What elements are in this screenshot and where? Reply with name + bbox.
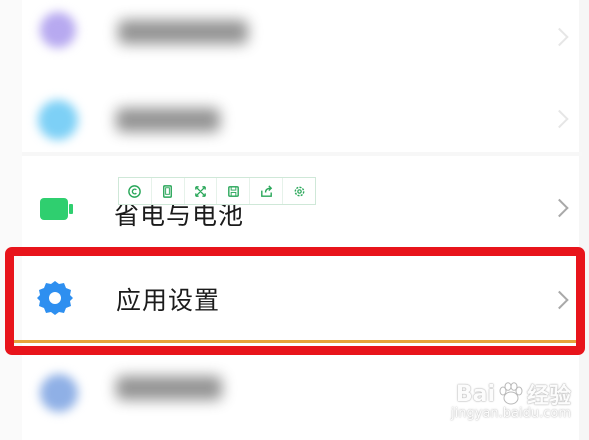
baidu-jingyan-watermark: Bai 经验 jingyan.baidu.com [451,378,571,422]
chevron-right-icon [550,27,569,47]
divider [22,152,582,156]
phone-frame-button[interactable] [152,178,185,204]
save-button[interactable] [217,178,251,204]
share-button[interactable] [250,178,284,204]
share-icon [260,184,272,197]
copyright-icon [128,184,142,198]
blurred-app-icon [40,374,78,412]
save-icon [228,185,239,197]
highlight-box [5,247,585,355]
expand-icon [195,185,206,197]
phone-frame-icon [163,184,173,198]
settings-row-blurred-2[interactable] [22,82,582,156]
blurred-label [116,108,220,132]
screen: 省电与电池 应用设置 Bai 经验 jingyan.baidu.com [0,0,589,440]
left-edge [0,0,22,440]
copyright-button[interactable] [119,178,152,204]
blurred-label [118,20,248,44]
blurred-app-icon [40,12,76,48]
expand-button[interactable] [185,178,218,204]
chevron-right-icon [550,198,569,218]
toolbar-settings-button[interactable] [283,178,315,204]
settings-row-blurred-1[interactable] [22,0,582,74]
blurred-label [116,376,222,400]
blurred-app-icon [38,100,78,140]
chevron-right-icon [550,109,569,129]
settings-icon [294,186,304,196]
screenshot-toolbar [118,177,316,205]
watermark-brand-prefix: Bai [455,381,495,407]
paw-logo-icon [499,382,523,405]
battery-icon [40,198,74,220]
watermark-url: jingyan.baidu.com [451,406,571,421]
